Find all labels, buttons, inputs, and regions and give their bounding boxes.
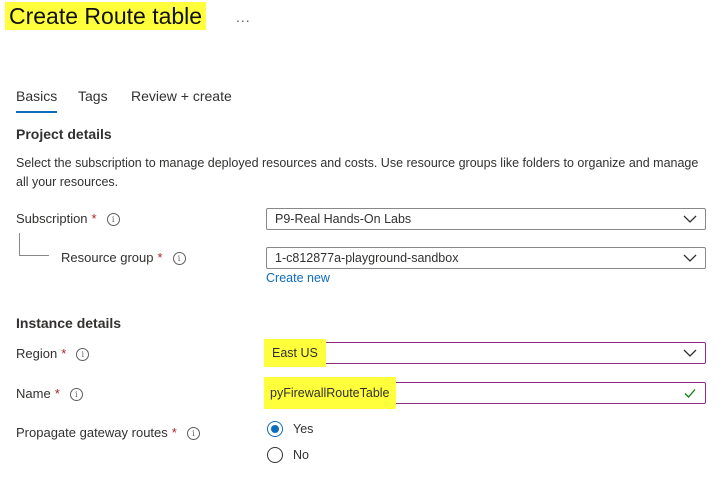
tree-connector-horizontal <box>19 255 49 256</box>
region-dropdown[interactable]: East US <box>264 339 706 367</box>
info-icon[interactable]: i <box>76 348 90 361</box>
required-marker: * <box>54 386 60 401</box>
region-value: East US <box>264 339 326 367</box>
propagate-no-label[interactable]: No <box>293 448 309 462</box>
subscription-value: P9-Real Hands-On Labs <box>275 212 412 226</box>
info-icon[interactable]: i <box>106 213 120 226</box>
more-options-button[interactable]: ... <box>236 9 251 25</box>
project-details-description: Select the subscription to manage deploy… <box>16 156 699 189</box>
page-title: Create Route table <box>5 2 207 30</box>
subscription-label-row: Subscription * i <box>16 210 120 228</box>
required-marker: * <box>171 425 177 440</box>
chevron-down-icon <box>683 215 697 223</box>
propagate-no-radio[interactable] <box>267 447 283 463</box>
required-marker: * <box>91 211 97 226</box>
info-icon[interactable]: i <box>69 388 83 401</box>
name-label-row: Name * i <box>16 385 83 403</box>
subscription-label: Subscription <box>16 211 88 226</box>
info-icon[interactable]: i <box>172 252 186 265</box>
tab-review-create[interactable]: Review + create <box>131 88 232 104</box>
region-label: Region <box>16 346 58 361</box>
required-marker: * <box>61 346 67 361</box>
chevron-down-icon <box>683 254 697 262</box>
tab-tags[interactable]: Tags <box>78 88 108 104</box>
project-details-heading: Project details <box>16 126 112 142</box>
tab-basics[interactable]: Basics <box>16 88 58 113</box>
name-input[interactable]: pyFirewallRouteTable <box>264 377 706 409</box>
checkmark-icon <box>684 389 696 398</box>
resource-group-label-row: Resource group * i <box>61 249 186 267</box>
propagate-yes-label[interactable]: Yes <box>293 422 313 436</box>
create-new-link[interactable]: Create new <box>266 271 330 285</box>
name-value: pyFirewallRouteTable <box>264 377 396 409</box>
resource-group-value: 1-c812877a-playground-sandbox <box>275 251 459 265</box>
subscription-dropdown[interactable]: P9-Real Hands-On Labs <box>266 208 706 230</box>
propagate-yes-radio[interactable] <box>267 421 283 437</box>
resource-group-label: Resource group <box>61 250 154 265</box>
required-marker: * <box>157 250 163 265</box>
tree-connector-vertical <box>19 233 20 255</box>
chevron-down-icon <box>683 349 697 357</box>
region-label-row: Region * i <box>16 345 90 363</box>
propagate-label-row: Propagate gateway routes * i <box>16 424 200 442</box>
instance-details-heading: Instance details <box>16 315 122 331</box>
name-label: Name <box>16 386 51 401</box>
propagate-label: Propagate gateway routes <box>16 425 168 440</box>
resource-group-dropdown[interactable]: 1-c812877a-playground-sandbox <box>266 247 706 269</box>
info-icon[interactable]: i <box>186 427 200 440</box>
